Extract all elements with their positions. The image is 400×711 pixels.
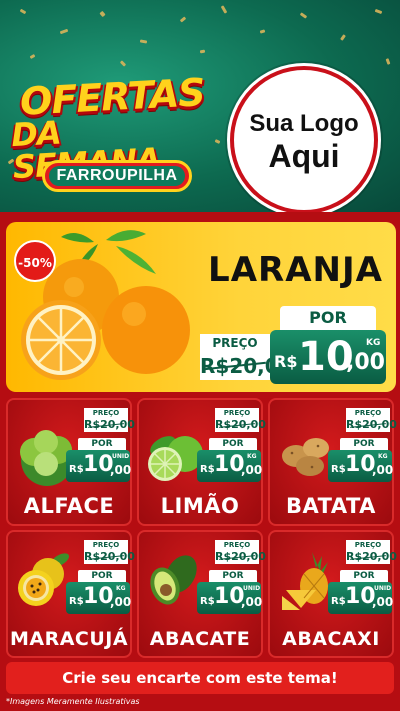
product-card-maracuja[interactable]: PREÇO R$20,00 POR R$ 10 ,00 KG MARACUJÁ [6,530,135,658]
confetti [139,39,148,44]
price-unit: KG [116,585,126,592]
old-price-label: PREÇO [84,540,128,550]
new-price-label: POR [340,570,388,582]
disclaimer: *Imagens Meramente Ilustrativas [6,697,140,706]
price-decimal: ,00 [110,463,132,477]
price-decimal: ,00 [372,463,394,477]
featured-product-name: LARANJA [208,250,383,290]
product-name: ABACAXI [282,628,380,650]
confetti [179,16,187,23]
new-price-label: POR [78,570,126,582]
product-card-alface[interactable]: PREÇO R$20,00 POR R$ 10 ,00 UNID ALFACE [6,398,135,526]
new-price-label: POR [78,438,126,450]
product-card-batata[interactable]: PREÇO R$20,00 POR R$ 10 ,00 KG BATATA [268,398,397,526]
price-decimal: ,00 [346,350,385,375]
confetti [299,12,308,19]
new-price-box: R$ 10 ,00 KG [197,450,263,482]
product-name: MARACUJÁ [9,628,129,650]
price-unit: UNID [112,453,130,460]
old-price-label: PREÇO [346,408,390,418]
confetti [199,49,206,54]
logo-line-2: Aqui [268,138,340,174]
product-name: BATATA [286,494,376,518]
logo-line-1: Sua Logo [249,110,359,137]
featured-old-price: PREÇO R$20,00 [200,334,293,382]
featured-new-price: POR R$ 10 ,00 KG [270,306,386,384]
price-unit: UNID [374,585,392,592]
old-price-label: PREÇO [215,408,259,418]
confetti [340,34,346,41]
confetti [59,28,69,35]
new-price-box: R$ 10 ,00 KG [66,582,132,614]
old-price-label: PREÇO [84,408,128,418]
new-price-box: R$ 10 ,00 KG [270,330,386,384]
confetti [29,53,36,60]
product-name: ABACATE [149,628,251,650]
new-price-label: POR [209,570,257,582]
currency-symbol: R$ [331,596,346,607]
currency-symbol: R$ [200,596,215,607]
new-price-label: POR [280,306,376,330]
price-unit: KG [247,453,257,460]
price-decimal: ,00 [372,595,394,609]
discount-badge: -50% [14,240,56,282]
new-price-label: POR [340,438,388,450]
confetti [259,29,266,34]
product-card-abacaxi[interactable]: PREÇO R$20,00 POR R$ 10 ,00 UNID ABACAXI [268,530,397,658]
new-price-label: POR [209,438,257,450]
product-card-abacate[interactable]: PREÇO R$20,00 POR R$ 10 ,00 UNID ABACATE [137,530,266,658]
currency-symbol: R$ [69,464,84,475]
new-price-box: R$ 10 ,00 UNID [197,582,263,614]
price-unit: KG [366,338,381,348]
currency-symbol: R$ [274,352,298,371]
price-decimal: ,00 [241,595,263,609]
price-decimal: ,00 [110,595,132,609]
confetti [374,8,383,15]
currency-symbol: R$ [331,464,346,475]
confetti [99,10,106,18]
new-price-box: R$ 10 ,00 UNID [66,450,132,482]
old-price-label: PREÇO [346,540,390,550]
confetti [19,8,27,15]
product-card-limao[interactable]: PREÇO R$20,00 POR R$ 10 ,00 KG LIMÃO [137,398,266,526]
logo-placeholder[interactable]: Sua Logo Aqui [230,66,378,212]
new-price-box: R$ 10 ,00 KG [328,450,394,482]
cta-banner[interactable]: Crie seu encarte com este tema! [6,662,394,694]
confetti [385,58,391,65]
currency-symbol: R$ [69,596,84,607]
old-price-label: PREÇO [200,334,270,352]
product-name: ALFACE [23,494,115,518]
price-unit: KG [378,453,388,460]
new-price-box: R$ 10 ,00 UNID [328,582,394,614]
price-decimal: ,00 [241,463,263,477]
confetti [220,5,228,14]
offers-title: OFERTAS DA SEMANA FARROUPILHA [10,70,207,198]
currency-symbol: R$ [200,464,215,475]
product-name: LIMÃO [160,494,240,518]
confetti [214,139,221,144]
subtitle-text: FARROUPILHA [49,166,185,186]
header-banner: OFERTAS DA SEMANA FARROUPILHA Sua Logo A… [0,0,400,212]
confetti [119,60,127,67]
price-unit: UNID [243,585,261,592]
subtitle-pill: FARROUPILHA [42,160,192,192]
old-price-label: PREÇO [215,540,259,550]
